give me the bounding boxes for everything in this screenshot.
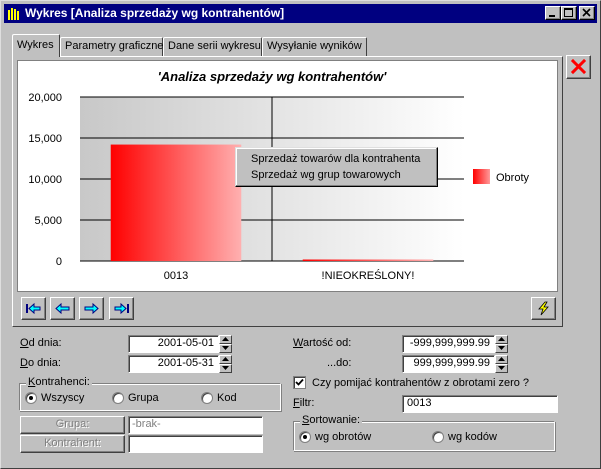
refresh-button[interactable] — [531, 297, 556, 320]
y-tick-label: 15,000 — [28, 133, 62, 145]
radio-wg-obrotow-label[interactable]: wg obrotów — [315, 431, 371, 443]
tab-wysylanie-wynikow[interactable]: Wysyłanie wyników — [262, 37, 367, 56]
y-tick-label: 10,000 — [28, 174, 62, 186]
last-icon — [114, 302, 129, 315]
chart-title: 'Analiza sprzedaży wg kontrahentów' — [158, 69, 388, 84]
radio-grupa[interactable] — [112, 392, 124, 404]
spin-down-icon[interactable] — [219, 364, 232, 373]
minimize-button[interactable] — [545, 6, 561, 20]
od-dnia-spinner[interactable] — [219, 335, 232, 353]
spin-down-icon[interactable] — [219, 344, 232, 353]
radio-grupa-label[interactable]: Grupa — [128, 392, 159, 404]
checkmark-icon — [295, 378, 304, 386]
maximize-icon — [564, 8, 573, 17]
first-button[interactable] — [21, 297, 46, 320]
tab-parametry-graficzne[interactable]: Parametry graficzne — [60, 37, 163, 56]
do-dnia-spinner[interactable] — [219, 355, 232, 373]
window-close-button[interactable] — [579, 6, 595, 20]
spin-up-icon[interactable] — [219, 355, 232, 364]
spin-down-icon[interactable] — [495, 364, 508, 373]
x-tick-label: !NIEOKREŚLONY! — [322, 269, 415, 282]
menu-item-sprzedaz-towarow[interactable]: Sprzedaż towarów dla kontrahenta — [251, 153, 420, 165]
menu-item-sprzedaz-grup[interactable]: Sprzedaż wg grup towarowych — [251, 169, 401, 181]
wartosc-do-label: ...do: — [327, 357, 352, 369]
prev-button[interactable] — [50, 297, 75, 320]
bar[interactable] — [110, 144, 242, 261]
wartosc-od-spinner[interactable] — [495, 335, 508, 353]
radio-wszyscy[interactable] — [25, 392, 37, 404]
close-icon — [582, 8, 591, 17]
wartosc-do-field[interactable]: 999,999,999.99 — [402, 355, 495, 373]
spin-up-icon[interactable] — [495, 335, 508, 344]
spin-up-icon[interactable] — [219, 335, 232, 344]
radio-wszyscy-label[interactable]: Wszyscy — [41, 392, 84, 404]
wartosc-od-label: Wartość od: — [293, 337, 352, 349]
minimize-icon — [549, 15, 555, 17]
grupa-field[interactable]: -brak- — [128, 416, 263, 434]
do-dnia-label: Do dnia: — [20, 357, 61, 369]
context-menu: Sprzedaż towarów dla kontrahenta Sprzeda… — [235, 147, 438, 187]
od-dnia-field[interactable]: 2001-05-01 — [128, 335, 219, 353]
next-icon — [84, 302, 99, 315]
last-button[interactable] — [109, 297, 134, 320]
spin-down-icon[interactable] — [495, 344, 508, 353]
x-tick-label: 0013 — [164, 270, 188, 282]
legend-label: Obroty — [496, 172, 530, 184]
close-chart-button[interactable] — [566, 55, 591, 79]
grupa-button[interactable]: Grupa: — [20, 416, 125, 434]
radio-wg-obrotow[interactable] — [299, 431, 311, 443]
y-tick-label: 5,000 — [34, 215, 62, 227]
next-button[interactable] — [79, 297, 104, 320]
kontrahent-field[interactable] — [128, 435, 263, 453]
y-tick-label: 0 — [56, 256, 62, 268]
bar[interactable] — [302, 259, 434, 262]
tab-dane-serii[interactable]: Dane serii wykresu — [163, 37, 262, 56]
y-tick-label: 20,000 — [28, 92, 62, 104]
radio-kod-label[interactable]: Kod — [217, 392, 237, 404]
main-window: Wykres [Analiza sprzedaży wg kontrahentó… — [0, 0, 601, 469]
tab-wykres[interactable]: Wykres — [12, 34, 60, 57]
kontrahenci-title: Kontrahenci: — [26, 376, 92, 388]
wartosc-od-field[interactable]: -999,999,999.99 — [402, 335, 495, 353]
bar-chart-icon — [7, 7, 21, 20]
pomijac-checkbox[interactable] — [293, 376, 306, 389]
filtr-field[interactable]: 0013 — [402, 395, 558, 413]
pomijac-label[interactable]: Czy pomijać kontrahentów z obrotami zero… — [312, 377, 529, 389]
spin-up-icon[interactable] — [495, 355, 508, 364]
do-dnia-field[interactable]: 2001-05-31 — [128, 355, 219, 373]
red-x-icon — [570, 59, 587, 75]
lightning-icon — [538, 301, 549, 316]
legend-swatch — [473, 169, 490, 184]
radio-wg-kodow-label[interactable]: wg kodów — [448, 431, 497, 443]
first-icon — [26, 302, 41, 315]
kontrahent-button[interactable]: Kontrahent: — [20, 435, 125, 453]
filtr-label: Filtr: — [293, 397, 315, 409]
sortowanie-title: Sortowanie: — [300, 414, 363, 426]
radio-kod[interactable] — [201, 392, 213, 404]
window-title: Wykres [Analiza sprzedaży wg kontrahentó… — [25, 6, 285, 20]
od-dnia-label: Od dnia: — [20, 337, 62, 349]
wartosc-do-spinner[interactable] — [495, 355, 508, 373]
title-bar[interactable]: Wykres [Analiza sprzedaży wg kontrahentó… — [4, 4, 597, 23]
maximize-button[interactable] — [561, 6, 577, 20]
radio-wg-kodow[interactable] — [432, 431, 444, 443]
prev-icon — [55, 302, 70, 315]
